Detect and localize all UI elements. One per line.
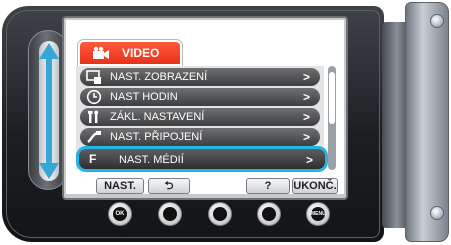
ok-button[interactable]: OK	[108, 202, 132, 226]
menu-item-connection-settings[interactable]: NAST. PŘIPOJENÍ >	[80, 128, 320, 146]
menu-title: VIDEO	[122, 46, 160, 60]
menu-item-display-settings[interactable]: NAST. ZOBRAZENÍ >	[80, 68, 320, 86]
menu-list: NAST. ZOBRAZENÍ > NAST HODIN > ZÁKL. NAS…	[76, 66, 328, 172]
media-icon: F	[89, 152, 97, 166]
connection-icon	[87, 131, 101, 143]
clock-icon	[86, 89, 102, 105]
up-down-arrow-icon	[39, 43, 59, 179]
scroll-thumb[interactable]	[329, 72, 335, 124]
hinge-screw-top	[430, 14, 444, 28]
tools-icon	[88, 110, 99, 123]
lcd-screen: VIDEO NAST. ZOBRAZENÍ > NAST HODIN > ZÁK…	[66, 20, 344, 194]
hardware-button-3[interactable]	[208, 202, 232, 226]
hinge-screw-bottom	[430, 206, 444, 220]
menu-title-tab: VIDEO	[78, 40, 182, 66]
exit-softkey[interactable]: UKONČ.	[292, 178, 338, 194]
menu-item-media-settings[interactable]: F NAST. MÉDIÍ >	[76, 146, 328, 172]
help-softkey[interactable]: ?	[246, 178, 290, 194]
video-camera-icon	[93, 46, 109, 59]
hardware-button-2[interactable]	[158, 202, 182, 226]
hinge-cap	[405, 2, 449, 242]
hardware-button-4[interactable]	[257, 202, 281, 226]
back-arrow-icon: ⮌	[164, 180, 174, 192]
display-settings-icon	[86, 70, 101, 84]
menu-item-clock-settings[interactable]: NAST HODIN >	[80, 88, 320, 106]
menu-item-basic-settings[interactable]: ZÁKL. NASTAVENÍ >	[80, 108, 320, 126]
menu-scrollbar[interactable]	[328, 66, 336, 170]
back-softkey[interactable]: ⮌	[148, 178, 190, 194]
menu-button[interactable]: MENU	[306, 202, 330, 226]
nast-softkey[interactable]: NAST.	[96, 178, 144, 194]
